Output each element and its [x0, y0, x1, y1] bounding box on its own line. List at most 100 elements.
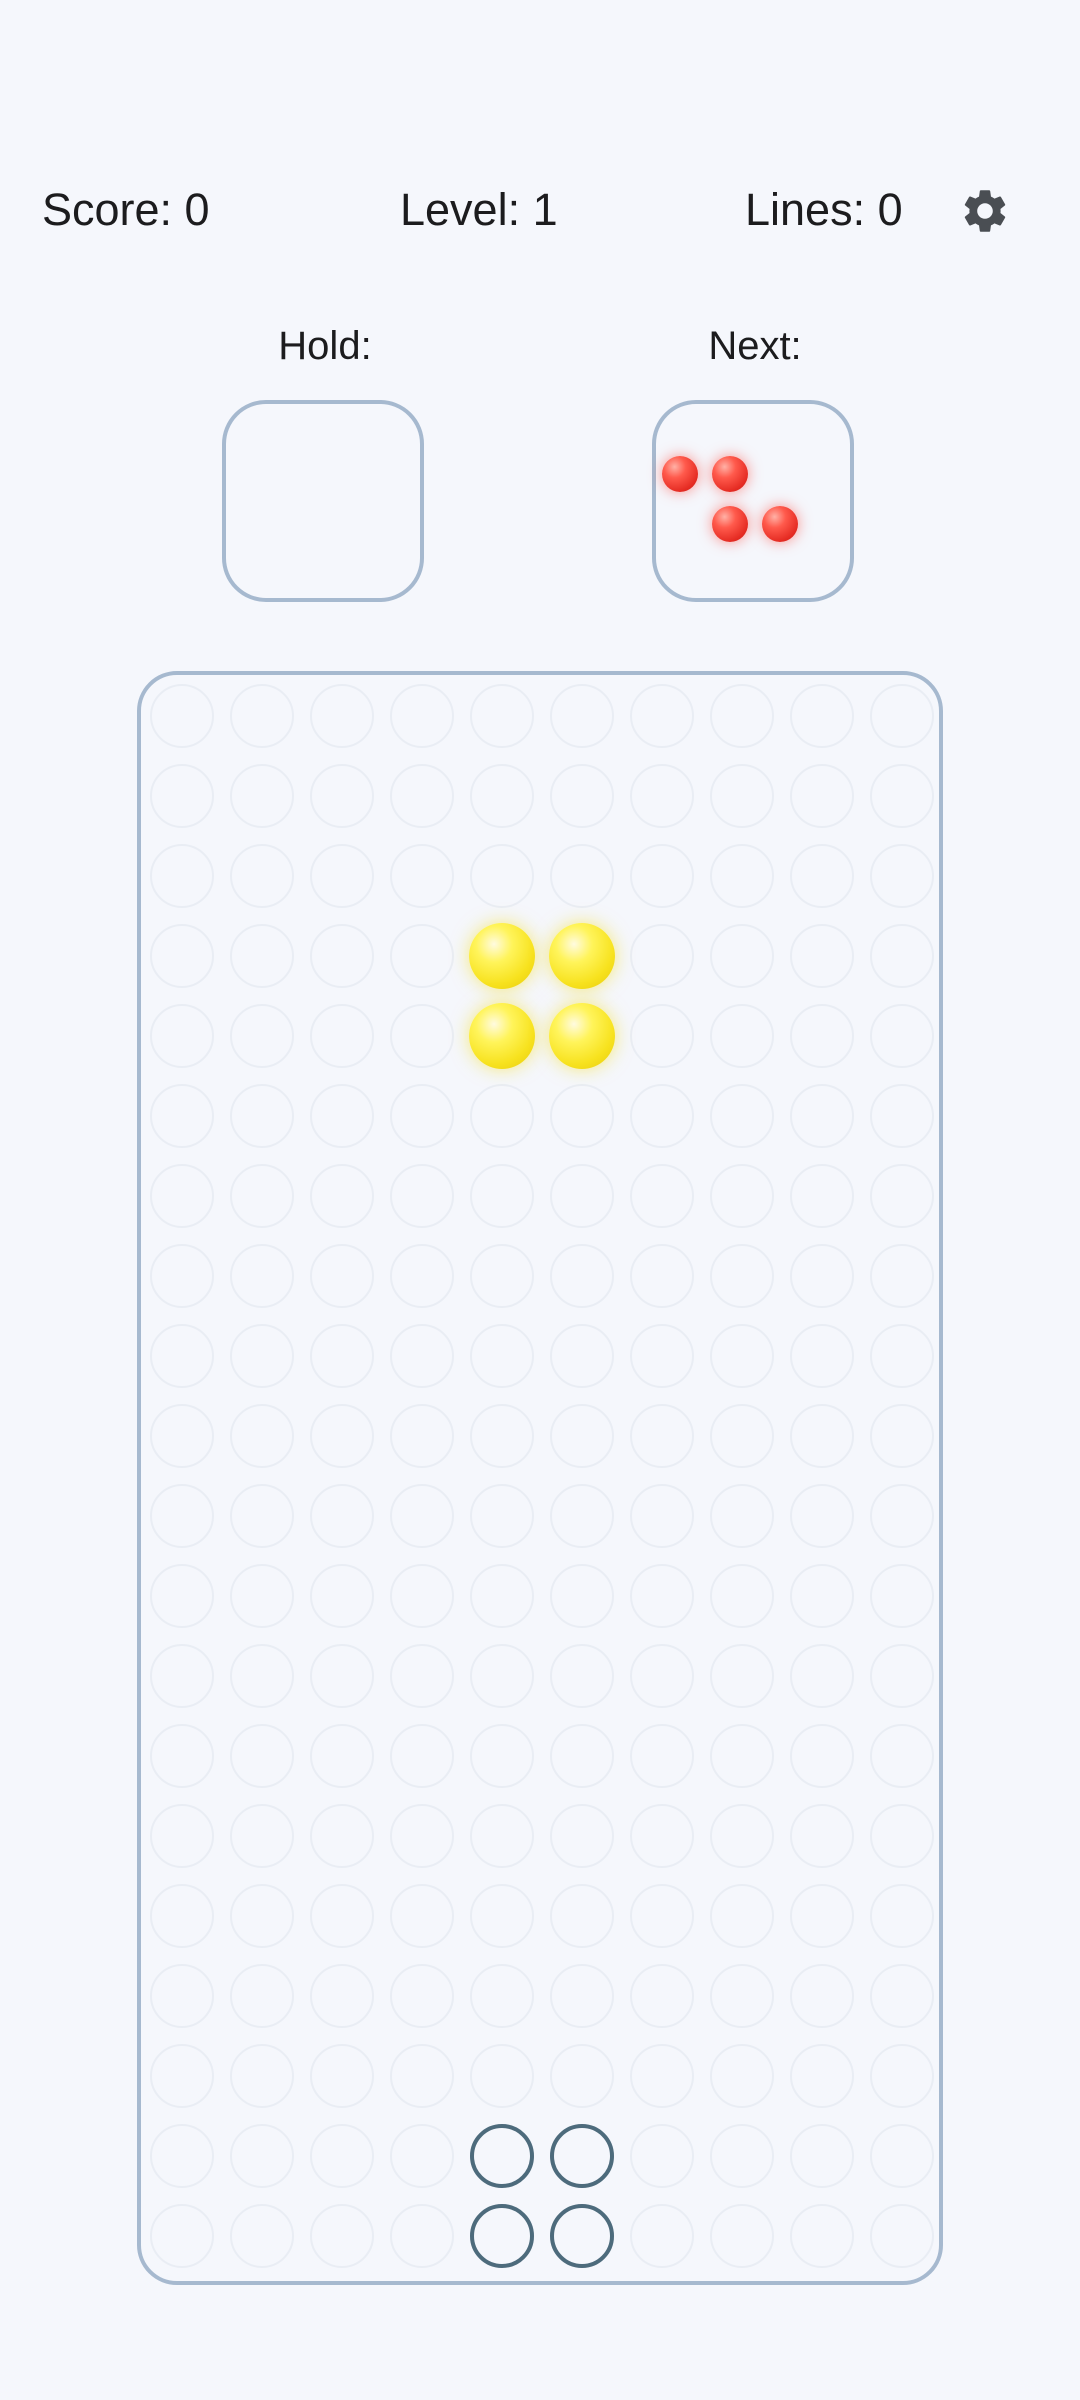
- grid-cell: [230, 1884, 294, 1948]
- grid-cell: [630, 2044, 694, 2108]
- grid-cell: [310, 764, 374, 828]
- grid-cell: [870, 1404, 934, 1468]
- grid-cell: [230, 1004, 294, 1068]
- grid-cell: [550, 1884, 614, 1948]
- grid-cell: [870, 1564, 934, 1628]
- grid-cell: [310, 1564, 374, 1628]
- grid-cell: [630, 1484, 694, 1548]
- grid-cell: [790, 2044, 854, 2108]
- grid-cell: [550, 684, 614, 748]
- grid-cell: [870, 2044, 934, 2108]
- grid-cell: [310, 1884, 374, 1948]
- hold-slot[interactable]: [222, 400, 424, 602]
- next-piece-preview: [652, 400, 854, 602]
- grid-cell: [230, 844, 294, 908]
- grid-cell: [790, 1724, 854, 1788]
- grid-cell: [870, 1004, 934, 1068]
- lines-display: Lines: 0: [745, 184, 903, 235]
- grid-cell: [150, 764, 214, 828]
- grid-cell: [710, 924, 774, 988]
- grid-cell: [150, 2044, 214, 2108]
- score-display: Score: 0: [42, 184, 210, 235]
- grid-cell: [790, 764, 854, 828]
- active-piece-cell: [549, 1003, 615, 1069]
- grid-cell: [790, 1084, 854, 1148]
- grid-cell: [710, 1404, 774, 1468]
- grid-cell: [710, 1484, 774, 1548]
- grid-cell: [470, 1964, 534, 2028]
- grid-cell: [790, 1484, 854, 1548]
- active-piece-cell: [469, 1003, 535, 1069]
- grid-cell: [150, 1884, 214, 1948]
- grid-cell: [390, 1804, 454, 1868]
- grid-cell: [310, 924, 374, 988]
- grid-cell: [470, 1084, 534, 1148]
- grid-cell: [310, 1404, 374, 1468]
- ghost-piece-cell: [470, 2204, 534, 2268]
- grid-cell: [550, 1324, 614, 1388]
- grid-cell: [470, 1884, 534, 1948]
- grid-cell: [230, 1484, 294, 1548]
- grid-cell: [550, 1084, 614, 1148]
- grid-cell: [790, 1804, 854, 1868]
- grid-cell: [630, 924, 694, 988]
- grid-cell: [230, 1404, 294, 1468]
- next-label: Next:: [708, 324, 802, 368]
- grid-cell: [630, 1404, 694, 1468]
- game-board[interactable]: [137, 671, 943, 2285]
- grid-cell: [150, 684, 214, 748]
- grid-cell: [550, 1804, 614, 1868]
- grid-cell: [870, 1644, 934, 1708]
- grid-cell: [870, 1804, 934, 1868]
- grid-cell: [470, 764, 534, 828]
- grid-cell: [550, 1244, 614, 1308]
- grid-cell: [870, 1724, 934, 1788]
- hold-label: Hold:: [278, 324, 372, 368]
- grid-cell: [790, 684, 854, 748]
- grid-cell: [870, 1084, 934, 1148]
- grid-cell: [790, 1564, 854, 1628]
- grid-cell: [870, 844, 934, 908]
- grid-cell: [390, 844, 454, 908]
- grid-cell: [230, 1804, 294, 1868]
- grid-cell: [870, 1884, 934, 1948]
- ghost-piece-cell: [470, 2124, 534, 2188]
- grid-cell: [470, 1404, 534, 1468]
- grid-cell: [230, 924, 294, 988]
- grid-cell: [310, 684, 374, 748]
- grid-cell: [790, 1404, 854, 1468]
- grid-cell: [150, 1004, 214, 1068]
- grid-cell: [310, 2204, 374, 2268]
- grid-cell: [230, 1084, 294, 1148]
- grid-cell: [550, 1564, 614, 1628]
- grid-cell: [390, 1244, 454, 1308]
- grid-cell: [230, 684, 294, 748]
- grid-cell: [470, 1724, 534, 1788]
- grid-cell: [790, 1164, 854, 1228]
- grid-cell: [390, 1084, 454, 1148]
- grid-cell: [630, 1564, 694, 1628]
- grid-cell: [710, 1644, 774, 1708]
- grid-cell: [710, 2044, 774, 2108]
- grid-cell: [150, 2204, 214, 2268]
- grid-cell: [710, 1724, 774, 1788]
- grid-cell: [710, 1804, 774, 1868]
- grid-cell: [710, 1964, 774, 2028]
- next-piece-cell: [712, 456, 748, 492]
- grid-cell: [630, 1724, 694, 1788]
- grid-cell: [230, 1724, 294, 1788]
- settings-button[interactable]: [955, 181, 1015, 241]
- grid-cell: [790, 2204, 854, 2268]
- grid-cell: [470, 844, 534, 908]
- grid-cell: [550, 1164, 614, 1228]
- grid-cell: [150, 924, 214, 988]
- grid-cell: [230, 2124, 294, 2188]
- grid-cell: [630, 1324, 694, 1388]
- grid-cell: [790, 924, 854, 988]
- grid-cell: [230, 1324, 294, 1388]
- grid-cell: [390, 1164, 454, 1228]
- grid-cell: [630, 1964, 694, 2028]
- grid-cell: [150, 1564, 214, 1628]
- grid-cell: [710, 1004, 774, 1068]
- grid-cell: [390, 1004, 454, 1068]
